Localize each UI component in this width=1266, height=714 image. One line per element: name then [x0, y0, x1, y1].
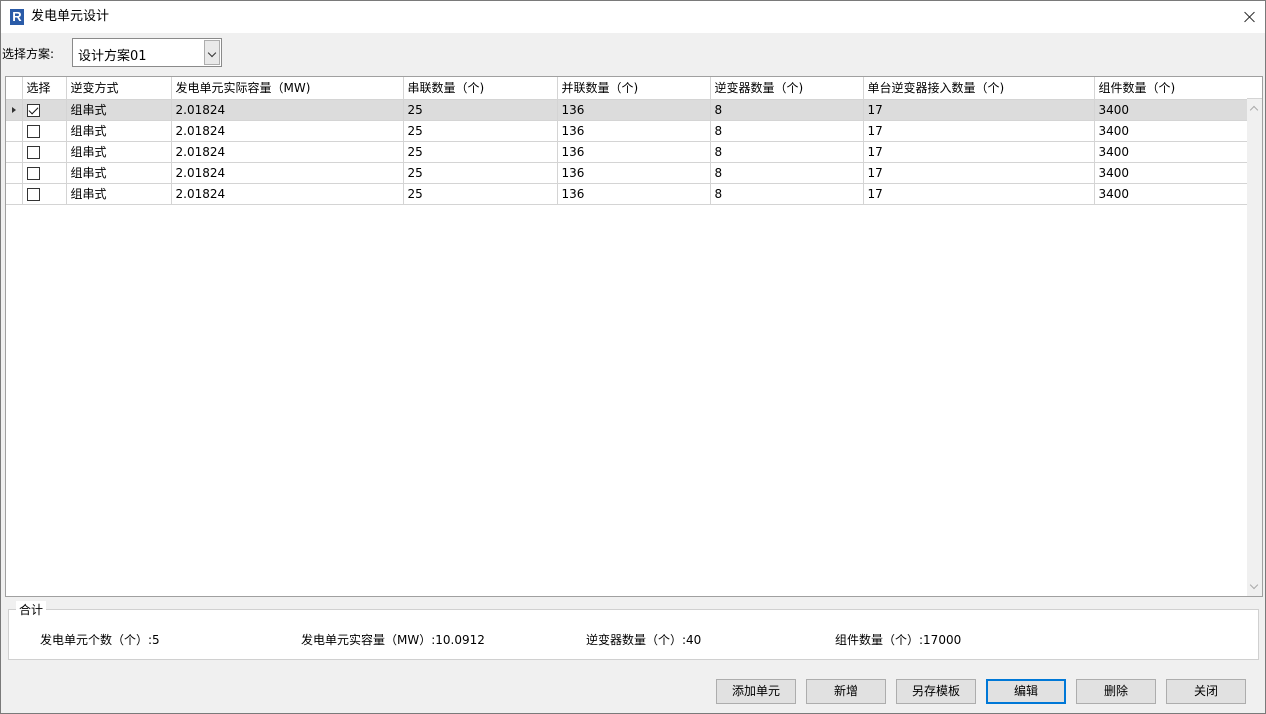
- scheme-label: 选择方案:: [2, 47, 55, 61]
- parallel-cell[interactable]: 136: [557, 120, 711, 142]
- table-header-row: 选择 逆变方式 发电单元实际容量（MW) 串联数量（个) 并联数量（个) 逆变器…: [6, 77, 1248, 100]
- save-template-button[interactable]: 另存模板: [896, 679, 976, 704]
- column-header-select[interactable]: 选择: [22, 77, 67, 100]
- inverters-cell[interactable]: 8: [710, 162, 864, 184]
- dialog-window: R 发电单元设计 选择方案: 设计方案01 选择 逆变方式 发电单元实际容量（M…: [0, 0, 1266, 714]
- mode-cell[interactable]: 组串式: [66, 141, 172, 163]
- header-scroll-corner: [1247, 77, 1262, 99]
- column-header-parallel[interactable]: 并联数量（个): [557, 77, 711, 100]
- window-title: 发电单元设计: [31, 9, 110, 24]
- per-inverter-cell[interactable]: 17: [863, 183, 1095, 205]
- new-button[interactable]: 新增: [806, 679, 886, 704]
- inverters-cell[interactable]: 8: [710, 183, 864, 205]
- design-table: 选择 逆变方式 发电单元实际容量（MW) 串联数量（个) 并联数量（个) 逆变器…: [6, 77, 1248, 205]
- capacity-cell[interactable]: 2.01824: [171, 120, 404, 142]
- scheme-dropdown[interactable]: 设计方案01: [72, 38, 222, 67]
- capacity-cell[interactable]: 2.01824: [171, 183, 404, 205]
- select-cell[interactable]: [22, 183, 67, 205]
- modules-cell[interactable]: 3400: [1094, 162, 1248, 184]
- select-cell[interactable]: [22, 162, 67, 184]
- summary-total-capacity: 发电单元实容量（MW）:10.0912: [301, 633, 485, 647]
- row-header-corner: [6, 77, 23, 100]
- summary-module-count: 组件数量（个）:17000: [835, 633, 962, 647]
- mode-cell[interactable]: 组串式: [66, 162, 172, 184]
- inverters-cell[interactable]: 8: [710, 141, 864, 163]
- column-header-per-inverter[interactable]: 单台逆变器接入数量（个): [863, 77, 1095, 100]
- row-header[interactable]: [6, 183, 23, 205]
- per-inverter-cell[interactable]: 17: [863, 120, 1095, 142]
- add-unit-button[interactable]: 添加单元: [716, 679, 796, 704]
- row-checkbox[interactable]: [26, 187, 40, 201]
- row-header[interactable]: [6, 120, 23, 142]
- close-icon[interactable]: [1233, 1, 1265, 33]
- per-inverter-cell[interactable]: 17: [863, 141, 1095, 163]
- table-row[interactable]: 组串式 2.01824 25 136 8 17 3400: [6, 183, 1248, 205]
- mode-cell[interactable]: 组串式: [66, 183, 172, 205]
- column-header-series[interactable]: 串联数量（个): [403, 77, 558, 100]
- scheme-selected-value: 设计方案01: [78, 49, 147, 64]
- column-header-modules[interactable]: 组件数量（个): [1094, 77, 1248, 100]
- table-row[interactable]: 组串式 2.01824 25 136 8 17 3400: [6, 162, 1248, 184]
- revit-app-icon: R: [10, 9, 24, 25]
- scroll-up-arrow-icon[interactable]: [1249, 105, 1259, 115]
- modules-cell[interactable]: 3400: [1094, 141, 1248, 163]
- edit-button[interactable]: 编辑: [986, 679, 1066, 704]
- close-button[interactable]: 关闭: [1166, 679, 1246, 704]
- row-checkbox[interactable]: [26, 166, 40, 180]
- select-cell[interactable]: [22, 141, 67, 163]
- per-inverter-cell[interactable]: 17: [863, 99, 1095, 121]
- per-inverter-cell[interactable]: 17: [863, 162, 1095, 184]
- capacity-cell[interactable]: 2.01824: [171, 141, 404, 163]
- capacity-cell[interactable]: 2.01824: [171, 99, 404, 121]
- series-cell[interactable]: 25: [403, 162, 558, 184]
- vertical-scrollbar[interactable]: [1247, 99, 1262, 596]
- column-header-mode[interactable]: 逆变方式: [66, 77, 172, 100]
- column-header-inverters[interactable]: 逆变器数量（个): [710, 77, 864, 100]
- series-cell[interactable]: 25: [403, 183, 558, 205]
- series-cell[interactable]: 25: [403, 120, 558, 142]
- modules-cell[interactable]: 3400: [1094, 183, 1248, 205]
- series-cell[interactable]: 25: [403, 141, 558, 163]
- summary-unit-count: 发电单元个数（个）:5: [40, 633, 160, 647]
- table-row[interactable]: 组串式 2.01824 25 136 8 17 3400: [6, 120, 1248, 142]
- select-cell[interactable]: [22, 120, 67, 142]
- row-checkbox[interactable]: [26, 103, 40, 117]
- row-checkbox[interactable]: [26, 124, 40, 138]
- inverters-cell[interactable]: 8: [710, 99, 864, 121]
- summary-inverter-count: 逆变器数量（个）:40: [586, 633, 702, 647]
- parallel-cell[interactable]: 136: [557, 183, 711, 205]
- row-checkbox[interactable]: [26, 145, 40, 159]
- parallel-cell[interactable]: 136: [557, 141, 711, 163]
- scroll-down-arrow-icon[interactable]: [1249, 580, 1259, 590]
- summary-group: 发电单元个数（个）:5 发电单元实容量（MW）:10.0912 逆变器数量（个）…: [8, 609, 1259, 660]
- row-header[interactable]: [6, 141, 23, 163]
- row-header[interactable]: [6, 99, 23, 121]
- parallel-cell[interactable]: 136: [557, 99, 711, 121]
- column-header-capacity[interactable]: 发电单元实际容量（MW): [171, 77, 404, 100]
- row-header[interactable]: [6, 162, 23, 184]
- capacity-cell[interactable]: 2.01824: [171, 162, 404, 184]
- mode-cell[interactable]: 组串式: [66, 120, 172, 142]
- parallel-cell[interactable]: 136: [557, 162, 711, 184]
- chevron-down-icon[interactable]: [204, 40, 220, 65]
- mode-cell[interactable]: 组串式: [66, 99, 172, 121]
- select-cell[interactable]: [22, 99, 67, 121]
- delete-button[interactable]: 删除: [1076, 679, 1156, 704]
- modules-cell[interactable]: 3400: [1094, 99, 1248, 121]
- inverters-cell[interactable]: 8: [710, 120, 864, 142]
- modules-cell[interactable]: 3400: [1094, 120, 1248, 142]
- design-grid: 选择 逆变方式 发电单元实际容量（MW) 串联数量（个) 并联数量（个) 逆变器…: [5, 76, 1263, 597]
- table-row[interactable]: 组串式 2.01824 25 136 8 17 3400: [6, 141, 1248, 163]
- series-cell[interactable]: 25: [403, 99, 558, 121]
- current-row-arrow-icon: [12, 106, 16, 113]
- title-bar: R 发电单元设计: [1, 1, 1265, 33]
- table-row[interactable]: 组串式 2.01824 25 136 8 17 3400: [6, 99, 1248, 121]
- summary-legend: 合计: [16, 601, 47, 618]
